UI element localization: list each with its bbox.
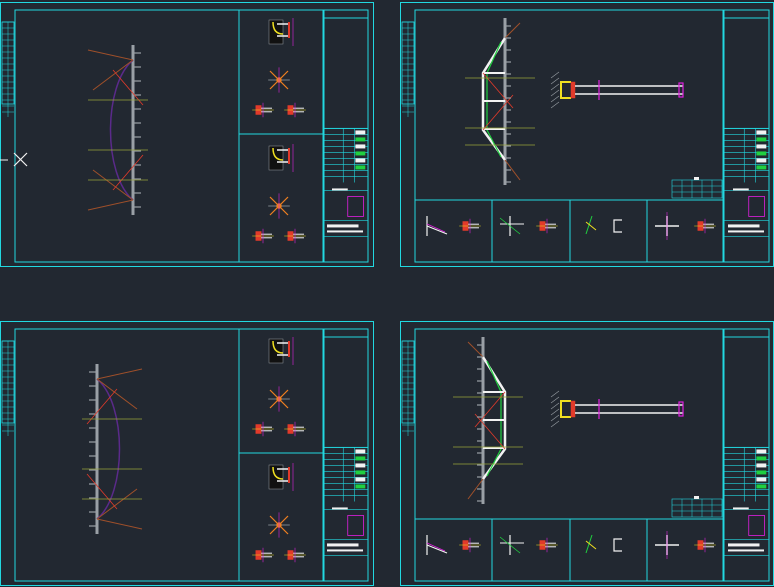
cad-model-space[interactable] bbox=[0, 0, 774, 587]
